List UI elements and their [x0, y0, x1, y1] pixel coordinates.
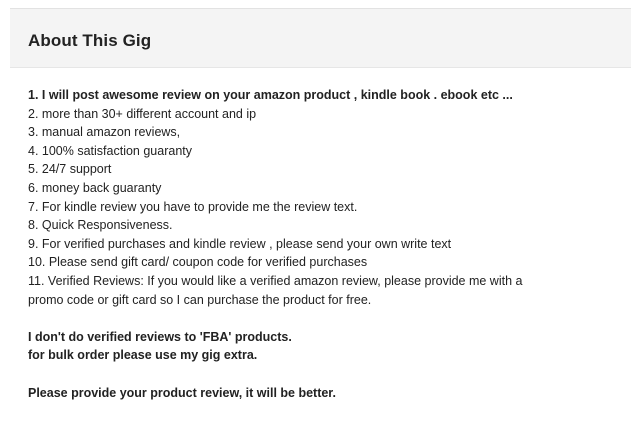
bulk-order-note: for bulk order please use my gig extra. [28, 348, 258, 363]
description-line-11: 11. Verified Reviews: If you would like … [28, 273, 523, 288]
description-line-9: 9. For verified purchases and kindle rev… [28, 236, 452, 251]
about-gig-title: About This Gig [28, 31, 152, 50]
closing-note: Please provide your product review, it w… [28, 385, 336, 400]
description-line-4: 4. 100% satisfaction guaranty [28, 143, 192, 158]
about-gig-header: About This Gig [10, 8, 631, 68]
description-line-7: 7. For kindle review you have to provide… [28, 199, 358, 214]
description-line-11-continued: promo code or gift card so I can purchas… [28, 292, 372, 307]
description-line-3: 3. manual amazon reviews, [28, 125, 181, 140]
description-line-6: 6. money back guaranty [28, 180, 162, 195]
description-line-10: 10. Please send gift card/ coupon code f… [28, 255, 368, 270]
about-gig-panel: About This Gig 1. I will post awesome re… [0, 0, 631, 442]
description-line-1: 1. I will post awesome review on your am… [28, 88, 513, 102]
description-line-5: 5. 24/7 support [28, 162, 112, 177]
description-line-8: 8. Quick Responsiveness. [28, 218, 173, 233]
fba-note: I don't do verified reviews to 'FBA' pro… [28, 329, 292, 344]
description-line-2: 2. more than 30+ different account and i… [28, 106, 257, 121]
gig-description: 1. I will post awesome review on your am… [28, 86, 628, 402]
